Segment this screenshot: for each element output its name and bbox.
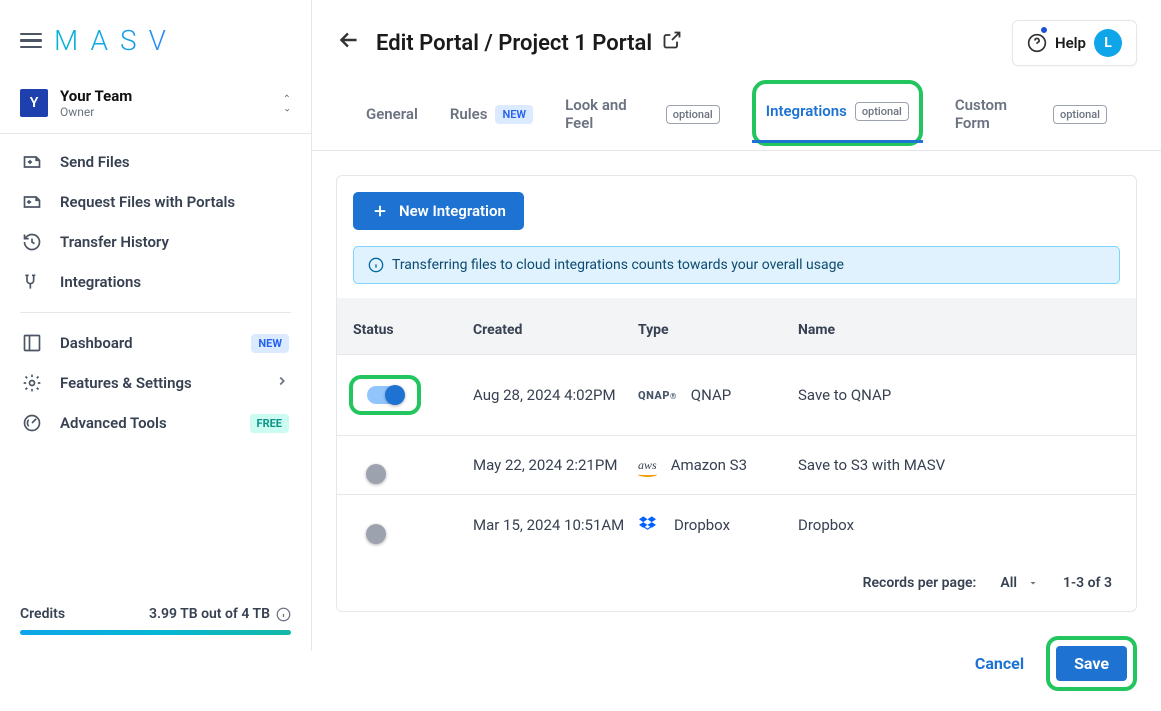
footer-actions: Cancel Save	[312, 636, 1161, 711]
plus-icon	[371, 202, 389, 220]
nav-label: Integrations	[60, 273, 141, 291]
help-button[interactable]: Help L	[1012, 20, 1137, 66]
team-avatar: Y	[20, 89, 48, 117]
nav-label: Request Files with Portals	[60, 193, 235, 211]
optional-badge: optional	[1053, 105, 1107, 124]
nav-label: Dashboard	[60, 334, 133, 352]
records-per-page-select[interactable]: All	[1000, 575, 1039, 591]
optional-badge: optional	[855, 102, 909, 121]
gauge-icon	[22, 413, 42, 433]
col-status: Status	[353, 322, 473, 338]
created-cell: Aug 28, 2024 4:02PM	[473, 386, 638, 404]
credits-value: 3.99 TB out of 4 TB	[149, 606, 270, 622]
credits-label: Credits	[20, 606, 65, 622]
info-banner: Transferring files to cloud integrations…	[353, 246, 1120, 284]
nav-dashboard[interactable]: Dashboard NEW	[8, 323, 303, 363]
new-badge: NEW	[251, 334, 289, 353]
nav-label: Features & Settings	[60, 374, 192, 392]
nav-advanced-tools[interactable]: Advanced Tools FREE	[8, 403, 303, 443]
question-icon	[1027, 33, 1047, 53]
team-switcher[interactable]: Y Your Team Owner ⌃⌃	[0, 77, 311, 134]
info-text: Transferring files to cloud integrations…	[392, 257, 844, 273]
nav-label: Send Files	[60, 153, 130, 171]
sidebar: MASV Y Your Team Owner ⌃⌃ Send Files Req…	[0, 0, 312, 651]
created-cell: May 22, 2024 2:21PM	[473, 456, 638, 474]
qnap-logo-icon: QNAP®	[638, 389, 677, 402]
team-name: Your Team	[60, 87, 271, 105]
integrations-card: New Integration Transferring files to cl…	[336, 175, 1137, 612]
name-cell: Save to S3 with MASV	[798, 456, 1120, 474]
name-cell: Save to QNAP	[798, 386, 1120, 404]
save-button[interactable]: Save	[1056, 646, 1127, 681]
nav: Send Files Request Files with Portals Tr…	[0, 142, 311, 443]
nav-label: Transfer History	[60, 233, 169, 251]
help-label: Help	[1055, 34, 1086, 52]
tab-rules[interactable]: RulesNEW	[450, 82, 533, 150]
menu-icon[interactable]	[20, 33, 42, 49]
external-link-icon[interactable]	[662, 30, 682, 56]
type-name: Amazon S3	[671, 456, 747, 474]
info-icon[interactable]	[276, 607, 291, 622]
new-integration-button[interactable]: New Integration	[353, 192, 524, 230]
history-icon	[22, 232, 42, 252]
tab-general[interactable]: General	[366, 82, 418, 150]
nav-request-files[interactable]: Request Files with Portals	[8, 182, 303, 222]
inbox-icon	[22, 192, 42, 212]
nav-send-files[interactable]: Send Files	[8, 142, 303, 182]
cancel-button[interactable]: Cancel	[975, 654, 1024, 673]
main: Edit Portal / Project 1 Portal Help L Ge…	[312, 0, 1161, 651]
col-type: Type	[638, 322, 798, 338]
gear-icon	[22, 373, 42, 393]
topbar: Edit Portal / Project 1 Portal Help L	[312, 0, 1161, 82]
tabs: General RulesNEW Look and Feeloptional I…	[312, 82, 1161, 151]
nav-label: Advanced Tools	[60, 414, 167, 432]
tab-look-and-feel[interactable]: Look and Feeloptional	[565, 82, 720, 150]
dropbox-logo-icon	[638, 515, 660, 535]
type-name: Dropbox	[674, 516, 730, 534]
pagination-range: 1-3 of 3	[1063, 575, 1112, 591]
optional-badge: optional	[666, 105, 720, 124]
aws-logo-icon: aws	[638, 458, 657, 473]
user-avatar[interactable]: L	[1094, 29, 1122, 57]
free-badge: FREE	[250, 414, 289, 433]
credits-progress	[20, 630, 291, 635]
sidebar-footer: Credits 3.99 TB out of 4 TB	[0, 590, 311, 651]
nav-integrations[interactable]: Integrations	[8, 262, 303, 302]
dashboard-icon	[22, 333, 42, 353]
table-row: May 22, 2024 2:21PM aws Amazon S3 Save t…	[337, 435, 1136, 494]
chevron-down-icon	[1027, 577, 1039, 589]
chevron-right-icon	[275, 374, 289, 392]
back-button[interactable]	[336, 27, 362, 60]
name-cell: Dropbox	[798, 516, 1120, 534]
status-toggle[interactable]	[367, 386, 403, 404]
logo: MASV	[54, 24, 178, 57]
team-role: Owner	[60, 105, 271, 119]
nav-features-settings[interactable]: Features & Settings	[8, 363, 303, 403]
table-row: Mar 15, 2024 10:51AM Dropbox Dropbox	[337, 494, 1136, 555]
page-title: Edit Portal / Project 1 Portal	[376, 30, 682, 56]
table-head: Status Created Type Name	[337, 298, 1136, 354]
send-icon	[22, 152, 42, 172]
created-cell: Mar 15, 2024 10:51AM	[473, 516, 638, 534]
table-row: Aug 28, 2024 4:02PM QNAP® QNAP Save to Q…	[337, 354, 1136, 435]
info-icon	[368, 257, 384, 273]
type-name: QNAP	[691, 386, 731, 404]
integrations-icon	[22, 272, 42, 292]
notification-dot	[1040, 26, 1048, 34]
col-name: Name	[798, 322, 1120, 338]
new-badge: NEW	[495, 105, 533, 124]
tab-integrations[interactable]: Integrationsoptional	[752, 80, 923, 146]
chevron-up-down-icon: ⌃⌃	[283, 96, 291, 110]
table-footer: Records per page: All 1-3 of 3	[337, 555, 1136, 611]
tab-custom-form[interactable]: Custom Formoptional	[955, 82, 1107, 150]
col-created: Created	[473, 322, 638, 338]
records-per-page-label: Records per page:	[863, 575, 977, 591]
nav-transfer-history[interactable]: Transfer History	[8, 222, 303, 262]
